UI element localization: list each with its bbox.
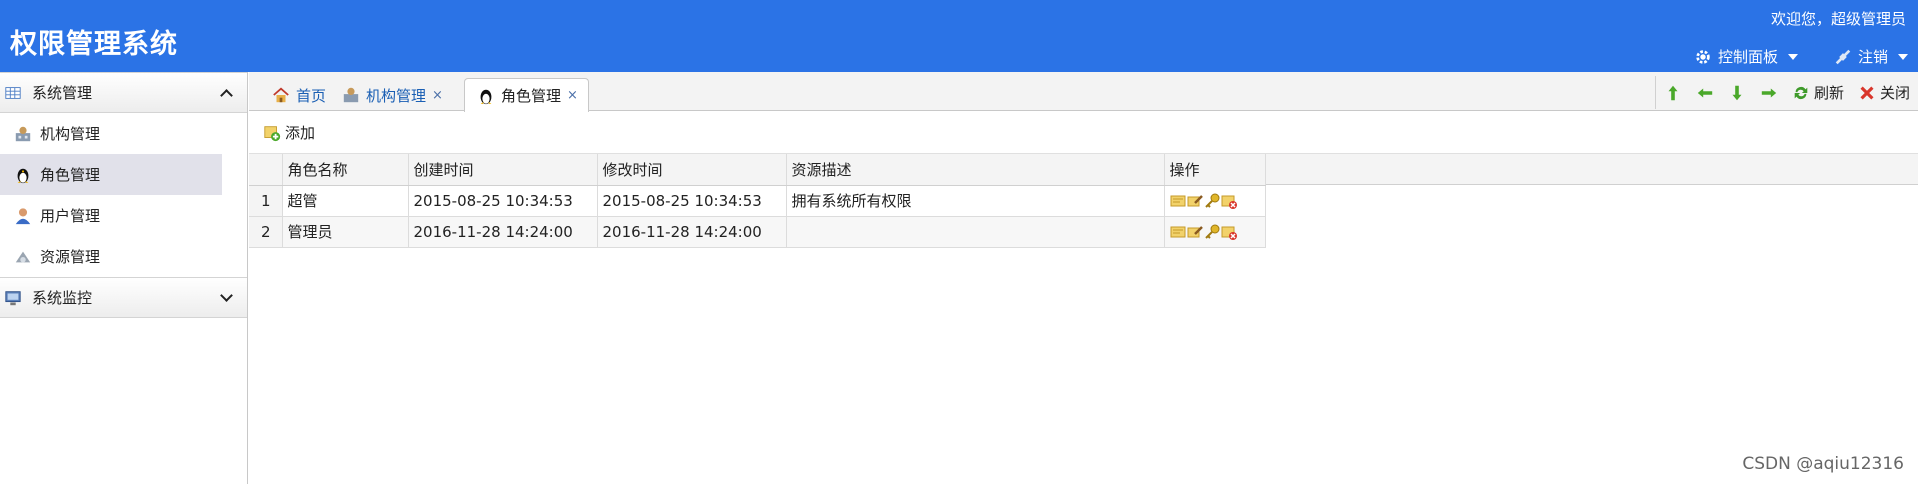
chevron-down-icon[interactable] (220, 289, 233, 302)
key-icon[interactable] (1204, 193, 1220, 209)
view-icon[interactable] (1170, 193, 1186, 209)
gear-icon (1696, 49, 1710, 64)
monitor-icon (5, 290, 21, 305)
arrow-down-icon[interactable] (1728, 84, 1746, 102)
org-icon (343, 87, 359, 103)
column-header[interactable]: 创建时间 (408, 154, 598, 186)
grid-header-filler (1263, 154, 1918, 185)
logout-label: 注销 (1857, 48, 1888, 66)
tabs-bar: 首页 机构管理 × 角色管理 × 刷新 关闭 (249, 72, 1918, 112)
close-button[interactable]: 关闭 (1858, 82, 1910, 103)
table-row[interactable]: 2 管理员 2016-11-28 14:24:00 2016-11-28 14:… (249, 216, 1266, 248)
arrow-up-icon[interactable] (1664, 84, 1682, 102)
sidebar-group-label: 系统监控 (32, 289, 93, 307)
sidebar-item-label: 机构管理 (40, 125, 101, 143)
tab-home[interactable]: 首页 (259, 78, 337, 111)
refresh-button[interactable]: 刷新 (1792, 82, 1844, 103)
delete-icon[interactable] (1221, 224, 1237, 240)
sidebar-group-system-management[interactable]: 系统管理 (0, 72, 247, 113)
created-time-cell: 2015-08-25 10:34:53 (408, 185, 598, 217)
app-title: 权限管理系统 (10, 29, 178, 60)
penguin-icon (480, 89, 492, 104)
tab-close-icon[interactable]: × (567, 88, 578, 103)
grid-toolbar: 添加 (249, 112, 1918, 154)
modified-time-cell: 2016-11-28 14:24:00 (597, 216, 787, 248)
row-number: 1 (249, 185, 283, 217)
sidebar-item-label: 资源管理 (40, 248, 101, 266)
key-icon[interactable] (1204, 224, 1220, 240)
created-time-cell: 2016-11-28 14:24:00 (408, 216, 598, 248)
user-icon (15, 207, 31, 224)
edit-icon[interactable] (1187, 224, 1203, 240)
arrow-right-icon[interactable] (1760, 84, 1778, 102)
caret-down-icon (1788, 53, 1798, 60)
description-cell: 拥有系统所有权限 (786, 185, 1165, 217)
operations-cell (1164, 185, 1266, 217)
table-header-row: 角色名称 创建时间 修改时间 资源描述 操作 (249, 154, 1266, 186)
org-icon (15, 126, 31, 141)
modified-time-cell: 2015-08-25 10:34:53 (597, 185, 787, 217)
tab-close-icon[interactable]: × (432, 88, 443, 103)
control-panel-label: 控制面板 (1717, 48, 1778, 66)
description-cell (786, 216, 1165, 248)
role-table: 角色名称 创建时间 修改时间 资源描述 操作 1 超管 2015-08-25 1… (249, 154, 1266, 248)
logout-menu[interactable]: 注销 (1834, 46, 1908, 67)
sidebar-item-resource[interactable]: 资源管理 (0, 236, 222, 277)
refresh-icon (1794, 86, 1808, 99)
sidebar-menu-list: 机构管理 角色管理 用户管理 资源管理 (0, 113, 222, 277)
plug-icon (1835, 49, 1851, 64)
close-icon (1860, 85, 1874, 100)
tab-label: 机构管理 (366, 86, 427, 105)
resource-icon (15, 251, 31, 262)
rownum-header (249, 154, 283, 186)
sidebar-item-user[interactable]: 用户管理 (0, 195, 222, 236)
edit-icon[interactable] (1187, 193, 1203, 209)
home-icon (273, 87, 289, 103)
row-number: 2 (249, 216, 283, 248)
add-icon (264, 125, 281, 141)
tab-org[interactable]: 机构管理 × (329, 78, 454, 111)
sidebar-item-org[interactable]: 机构管理 (0, 113, 222, 154)
tab-role[interactable]: 角色管理 × (464, 78, 589, 112)
welcome-text: 欢迎您，超级管理员 (1770, 10, 1906, 28)
column-header[interactable]: 修改时间 (597, 154, 787, 186)
control-panel-menu[interactable]: 控制面板 (1694, 46, 1798, 67)
arrow-left-icon[interactable] (1696, 84, 1714, 102)
grid-table-icon (5, 86, 21, 99)
add-button[interactable]: 添加 (263, 122, 315, 143)
close-label: 关闭 (1879, 84, 1910, 102)
sidebar-item-role[interactable]: 角色管理 (0, 154, 222, 195)
operations-cell (1164, 216, 1266, 248)
column-header[interactable]: 操作 (1164, 154, 1266, 186)
app-header: 权限管理系统 欢迎您，超级管理员 控制面板 注销 (0, 0, 1918, 72)
role-name-cell: 管理员 (282, 216, 409, 248)
tab-label: 首页 (296, 86, 327, 105)
chevron-up-icon[interactable] (220, 89, 233, 102)
tab-tools: 刷新 关闭 (1654, 76, 1918, 109)
column-header[interactable]: 资源描述 (786, 154, 1165, 186)
table-row[interactable]: 1 超管 2015-08-25 10:34:53 2015-08-25 10:3… (249, 185, 1266, 217)
caret-down-icon (1898, 53, 1908, 60)
sidebar-group-system-monitor[interactable]: 系统监控 (0, 277, 247, 318)
penguin-icon (17, 168, 29, 183)
tab-label: 角色管理 (501, 87, 562, 105)
sidebar-group-label: 系统管理 (32, 84, 93, 102)
role-name-cell: 超管 (282, 185, 409, 217)
column-header[interactable]: 角色名称 (282, 154, 409, 186)
sidebar-item-label: 用户管理 (40, 207, 101, 225)
view-icon[interactable] (1170, 224, 1186, 240)
watermark: CSDN @aqiu12316 (1742, 454, 1904, 474)
delete-icon[interactable] (1221, 193, 1237, 209)
add-label: 添加 (285, 124, 316, 142)
refresh-label: 刷新 (1813, 84, 1844, 102)
sidebar-item-label: 角色管理 (40, 166, 101, 184)
sidebar: 系统管理 机构管理 角色管理 用户管理 资源管理 系统监控 (0, 72, 248, 484)
